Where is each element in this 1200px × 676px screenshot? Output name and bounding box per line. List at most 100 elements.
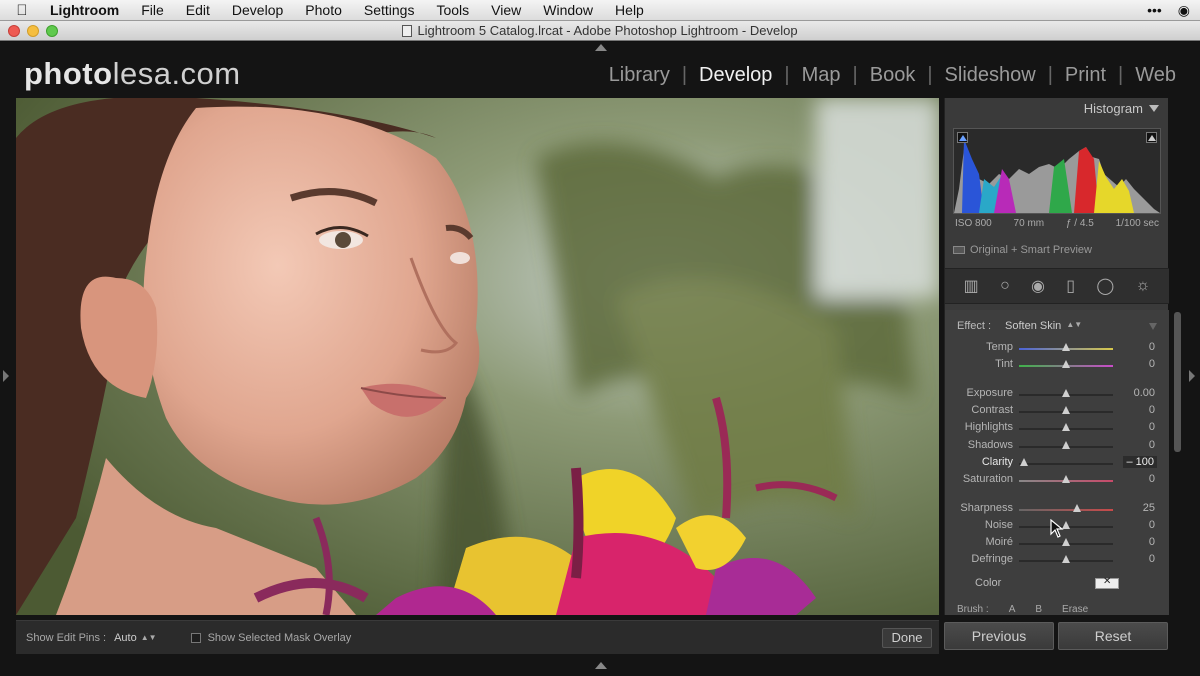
exif-info: ISO 800 70 mm ƒ / 4.5 1/100 sec xyxy=(953,218,1161,234)
histogram-header[interactable]: Histogram xyxy=(945,98,1169,120)
top-panel-toggle-icon[interactable] xyxy=(595,44,607,51)
slider-value[interactable]: 25 xyxy=(1143,502,1155,514)
slider-label: Noise xyxy=(984,519,1013,531)
slider-value[interactable]: 0 xyxy=(1149,519,1155,531)
effect-updown-icon[interactable]: ▲▼ xyxy=(1066,320,1082,332)
effect-collapse-icon[interactable] xyxy=(1149,323,1157,330)
right-panel-toggle-icon[interactable] xyxy=(1189,370,1195,382)
brush-row: Brush : A B Erase xyxy=(957,604,1157,615)
slider-saturation: Saturation 0 xyxy=(945,472,1169,488)
shutter-speed: 1/100 sec xyxy=(1115,218,1159,229)
menu-edit[interactable]: Edit xyxy=(175,2,221,18)
menu-view[interactable]: View xyxy=(480,2,532,18)
spot-removal-icon[interactable]: ○ xyxy=(1000,277,1010,295)
radial-filter-icon[interactable]: ◯ xyxy=(1096,276,1114,296)
minimize-window-button[interactable] xyxy=(27,25,39,37)
brush-a-tab[interactable]: A xyxy=(1009,604,1016,615)
slider-value[interactable]: 0 xyxy=(1149,421,1155,433)
slider-value[interactable]: – 100 xyxy=(1123,456,1157,468)
slider-thumb[interactable] xyxy=(1062,343,1070,351)
brush-b-tab[interactable]: B xyxy=(1035,604,1042,615)
highlight-clipping-icon[interactable] xyxy=(1146,132,1157,143)
histogram-graph xyxy=(954,139,1160,213)
slider-value[interactable]: 0 xyxy=(1149,404,1155,416)
slider-thumb[interactable] xyxy=(1062,423,1070,431)
slider-track[interactable] xyxy=(1019,509,1113,511)
effect-select[interactable]: Soften Skin xyxy=(1005,320,1061,332)
slider-track[interactable] xyxy=(1019,463,1113,465)
creative-cloud-icon[interactable]: ◉ xyxy=(1178,2,1190,19)
color-label: Color xyxy=(975,577,1002,589)
slider-thumb[interactable] xyxy=(1062,406,1070,414)
slider-thumb[interactable] xyxy=(1062,538,1070,546)
brush-label: Brush : xyxy=(957,604,989,615)
slider-value[interactable]: 0 xyxy=(1149,473,1155,485)
slider-thumb[interactable] xyxy=(1073,504,1082,512)
slider-value[interactable]: 0 xyxy=(1149,341,1155,353)
slider-thumb[interactable] xyxy=(1062,555,1070,563)
more-icon[interactable]: ••• xyxy=(1147,2,1162,19)
menu-develop[interactable]: Develop xyxy=(221,2,294,18)
slider-thumb[interactable] xyxy=(1062,389,1070,397)
slider-shadows: Shadows 0 xyxy=(945,438,1169,454)
left-panel-toggle-icon[interactable] xyxy=(3,370,9,382)
crop-tool-icon[interactable]: ▥ xyxy=(964,276,979,296)
done-button[interactable]: Done xyxy=(882,628,932,648)
module-picker: Library | Develop | Map | Book | Slideshow | … xyxy=(597,64,1188,87)
module-web[interactable]: Web xyxy=(1123,64,1188,87)
slider-value[interactable]: 0 xyxy=(1149,358,1155,370)
previous-button[interactable]: Previous xyxy=(944,622,1054,650)
slider-value[interactable]: 0 xyxy=(1149,553,1155,565)
slider-label: Exposure xyxy=(966,387,1013,399)
identity-plate: photolesa.com xyxy=(24,56,241,91)
slider-thumb[interactable] xyxy=(1062,441,1070,449)
tool-strip: ▥ ○ ◉ ▯ ◯ ☼ xyxy=(945,268,1169,304)
slider-thumb[interactable] xyxy=(1062,360,1070,368)
menu-app[interactable]: Lightroom xyxy=(44,2,130,18)
module-map[interactable]: Map xyxy=(790,64,853,87)
slider-temp: Temp 0 xyxy=(945,340,1169,356)
module-slideshow[interactable]: Slideshow xyxy=(933,64,1048,87)
slider-thumb[interactable] xyxy=(1019,458,1028,466)
menu-help[interactable]: Help xyxy=(604,2,655,18)
slider-thumb[interactable] xyxy=(1062,475,1070,483)
adjustment-brush-icon[interactable]: ☼ xyxy=(1136,277,1151,295)
slider-value[interactable]: 0.00 xyxy=(1134,387,1155,399)
shadow-clipping-icon[interactable] xyxy=(957,132,968,143)
mouse-cursor-icon xyxy=(1050,519,1064,538)
filmstrip-toggle-icon[interactable] xyxy=(595,662,607,669)
slider-label: Temp xyxy=(986,341,1013,353)
focal-length: 70 mm xyxy=(1013,218,1045,229)
slider-value[interactable]: 0 xyxy=(1149,439,1155,451)
slider-value[interactable]: 0 xyxy=(1149,536,1155,548)
color-swatch[interactable] xyxy=(1095,576,1119,589)
menu-file[interactable]: File xyxy=(130,2,175,18)
red-eye-icon[interactable]: ◉ xyxy=(1031,276,1045,296)
slider-sharpness: Sharpness 25 xyxy=(945,501,1169,517)
slider-tint: Tint 0 xyxy=(945,357,1169,373)
mask-overlay-checkbox[interactable] xyxy=(190,632,201,643)
module-library[interactable]: Library xyxy=(597,64,682,87)
window-title: Lightroom 5 Catalog.lrcat - Adobe Photos… xyxy=(417,23,798,38)
panel-scrollbar[interactable] xyxy=(1174,312,1181,452)
histogram xyxy=(953,128,1161,214)
photo-canvas[interactable] xyxy=(16,98,939,615)
brush-erase-tab[interactable]: Erase xyxy=(1062,604,1088,615)
menu-settings[interactable]: Settings xyxy=(353,2,426,18)
zoom-window-button[interactable] xyxy=(46,25,58,37)
smart-preview-status: Original + Smart Preview xyxy=(953,244,1092,256)
menu-window[interactable]: Window xyxy=(532,2,604,18)
close-window-button[interactable] xyxy=(8,25,20,37)
module-book[interactable]: Book xyxy=(858,64,928,87)
menu-photo[interactable]: Photo xyxy=(294,2,353,18)
menu-tools[interactable]: Tools xyxy=(425,2,480,18)
reset-button[interactable]: Reset xyxy=(1058,622,1168,650)
module-develop[interactable]: Develop xyxy=(687,64,784,87)
module-print[interactable]: Print xyxy=(1053,64,1118,87)
edit-pins-select[interactable]: Auto xyxy=(114,632,137,644)
collapse-triangle-icon xyxy=(1149,105,1159,112)
adjustment-brush-panel: Effect : Soften Skin ▲▼ Temp 0 Tint 0 Exposu… xyxy=(945,310,1169,615)
graduated-filter-icon[interactable]: ▯ xyxy=(1066,276,1075,296)
apple-icon[interactable]:  xyxy=(0,2,44,19)
updown-icon[interactable]: ▲▼ xyxy=(141,633,157,642)
